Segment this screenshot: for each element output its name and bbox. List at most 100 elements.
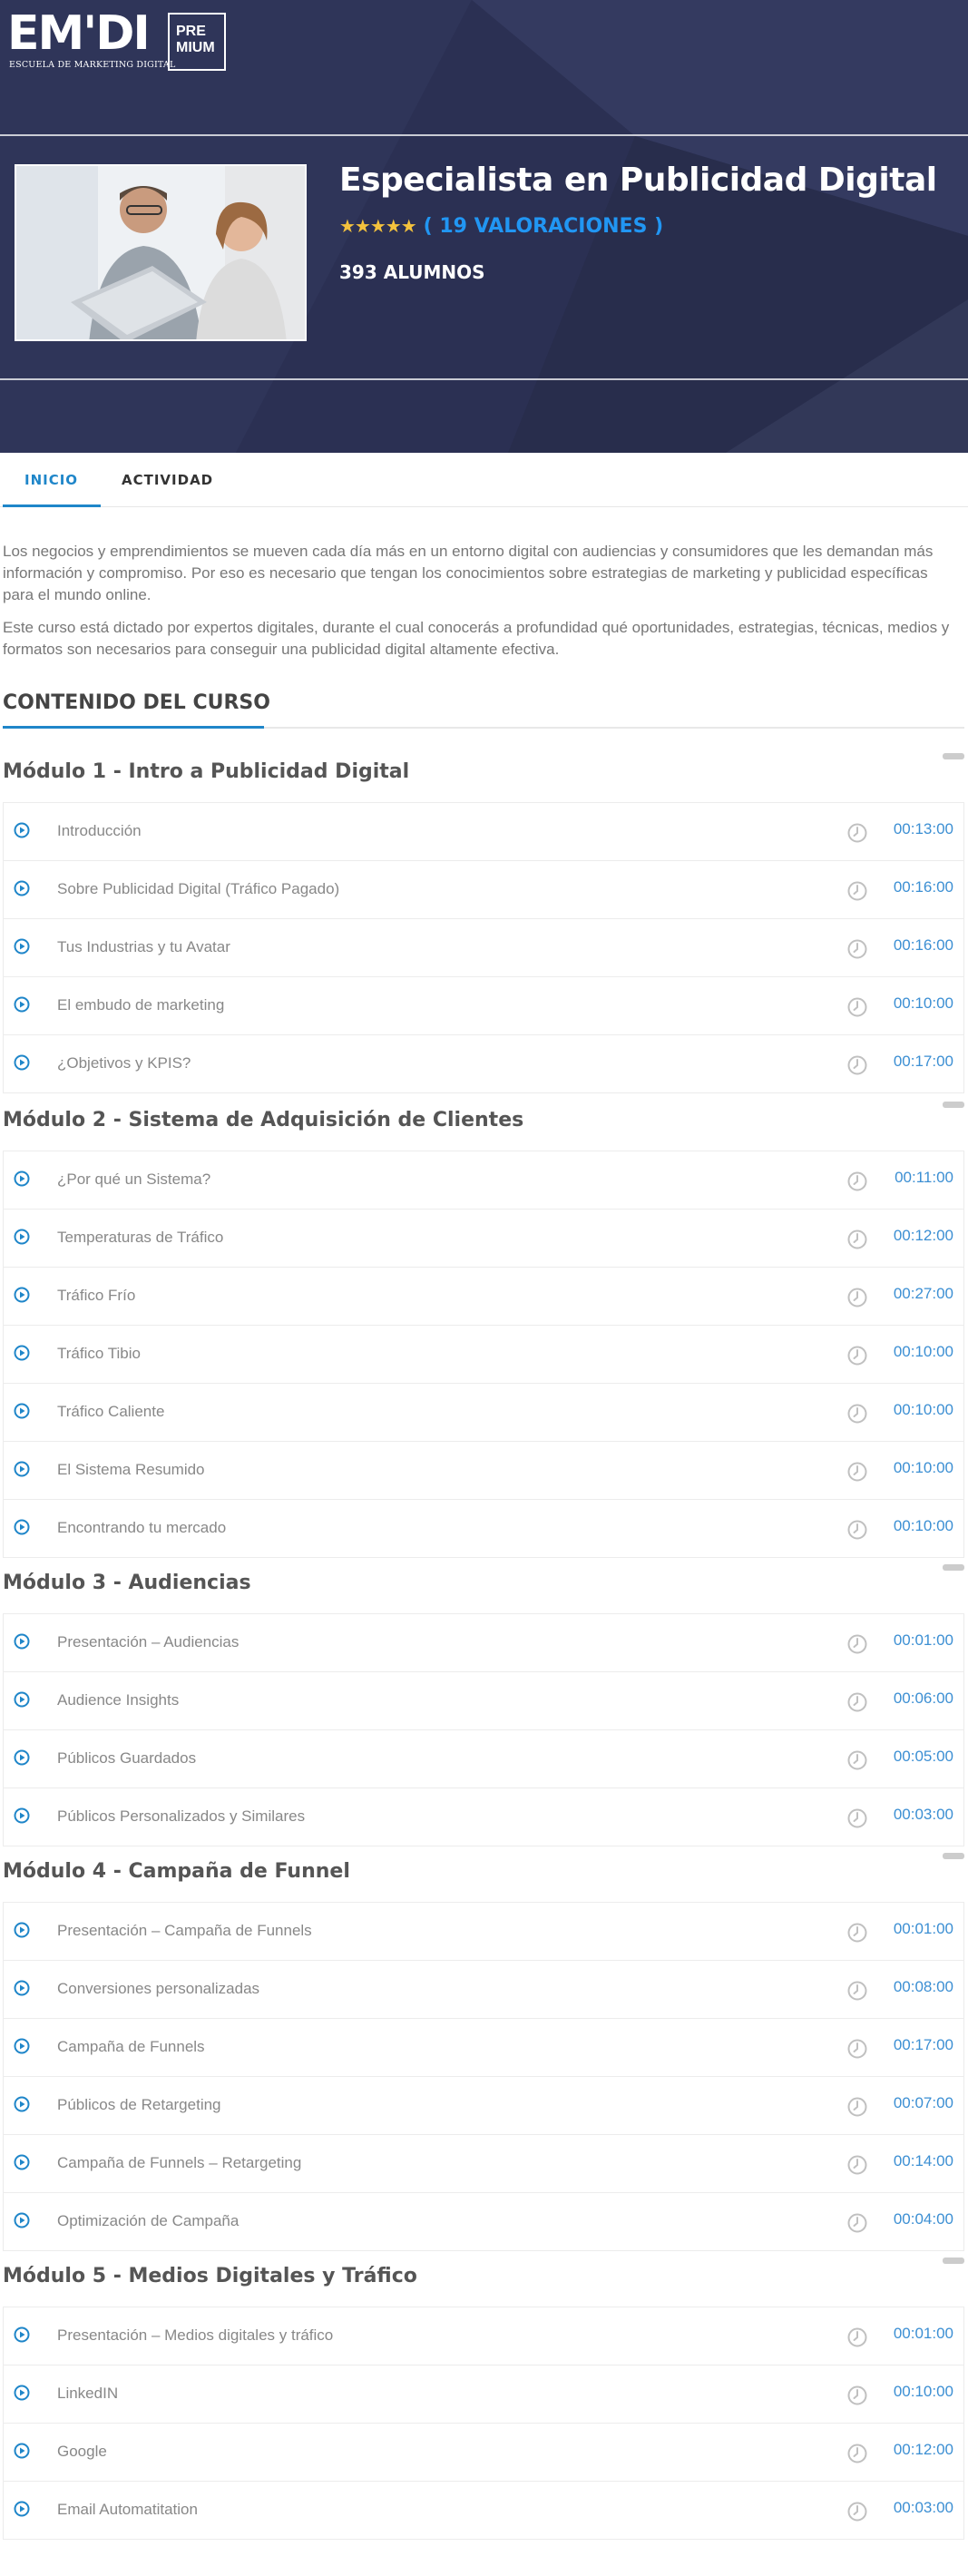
lesson-duration: 00:12:00 <box>893 1227 953 1244</box>
play-circle-icon[interactable] <box>14 1461 30 1477</box>
tab-actividad[interactable]: ACTIVIDAD <box>122 453 230 507</box>
lesson-title[interactable]: ¿Por qué un Sistema? <box>57 1170 210 1189</box>
module-title[interactable]: Módulo 3 - Audiencias <box>3 1572 251 1594</box>
lesson-title[interactable]: Tráfico Caliente <box>57 1403 164 1421</box>
lesson-title[interactable]: Sobre Publicidad Digital (Tráfico Pagado… <box>57 880 339 898</box>
play-circle-icon[interactable] <box>14 996 30 1013</box>
lesson-row[interactable]: Audience Insights 00:06:00 <box>3 1672 964 1730</box>
play-circle-icon[interactable] <box>14 1170 30 1187</box>
play-circle-icon[interactable] <box>14 1691 30 1708</box>
play-circle-icon[interactable] <box>14 1054 30 1071</box>
lesson-row[interactable]: Tus Industrias y tu Avatar 00:16:00 <box>3 919 964 977</box>
play-circle-icon[interactable] <box>14 2038 30 2054</box>
lesson-row[interactable]: Optimización de Campaña 00:04:00 <box>3 2193 964 2251</box>
lesson-title[interactable]: Temperaturas de Tráfico <box>57 1229 223 1247</box>
lesson-row[interactable]: Presentación – Medios digitales y tráfic… <box>3 2307 964 2365</box>
play-circle-icon[interactable] <box>14 1287 30 1303</box>
lesson-title[interactable]: Presentación – Campaña de Funnels <box>57 1922 312 1940</box>
lesson-title[interactable]: ¿Objetivos y KPIS? <box>57 1054 191 1073</box>
play-circle-icon[interactable] <box>14 2154 30 2170</box>
lesson-title[interactable]: Conversiones personalizadas <box>57 1980 259 1998</box>
play-circle-icon[interactable] <box>14 2212 30 2228</box>
lesson-title[interactable]: Optimización de Campaña <box>57 2212 239 2230</box>
lesson-title[interactable]: Públicos Guardados <box>57 1749 196 1768</box>
lesson-row[interactable]: Temperaturas de Tráfico 00:12:00 <box>3 1210 964 1268</box>
module-header[interactable]: Módulo 2 - Sistema de Adquisición de Cli… <box>3 1096 964 1151</box>
play-circle-icon[interactable] <box>14 2385 30 2401</box>
lesson-title[interactable]: Google <box>57 2443 107 2461</box>
module-title[interactable]: Módulo 4 - Campaña de Funnel <box>3 1860 350 1883</box>
lesson-title[interactable]: Campaña de Funnels – Retargeting <box>57 2154 301 2172</box>
lesson-row[interactable]: LinkedIN 00:10:00 <box>3 2365 964 2424</box>
lesson-row[interactable]: Tráfico Caliente 00:10:00 <box>3 1384 964 1442</box>
lesson-title[interactable]: Introducción <box>57 822 142 840</box>
play-circle-icon[interactable] <box>14 1980 30 1996</box>
lesson-row[interactable]: Encontrando tu mercado 00:10:00 <box>3 1500 964 1558</box>
lesson-row[interactable]: Presentación – Campaña de Funnels 00:01:0… <box>3 1903 964 1961</box>
play-circle-icon[interactable] <box>14 2326 30 2343</box>
emdi-logo[interactable]: EM'DI ESCUELA DE MARKETING DIGITAL PRE M… <box>7 7 234 71</box>
module-title[interactable]: Módulo 1 - Intro a Publicidad Digital <box>3 760 409 783</box>
course-rating[interactable]: ★★★★★ ( 19 VALORACIONES ) <box>339 214 663 238</box>
lesson-title[interactable]: El embudo de marketing <box>57 996 224 1014</box>
lesson-title[interactable]: Encontrando tu mercado <box>57 1519 226 1537</box>
play-circle-icon[interactable] <box>14 1229 30 1245</box>
play-circle-icon[interactable] <box>14 822 30 838</box>
lesson-row[interactable]: Google 00:12:00 <box>3 2424 964 2482</box>
lesson-row[interactable]: El Sistema Resumido 00:10:00 <box>3 1442 964 1500</box>
lesson-title[interactable]: Audience Insights <box>57 1691 179 1709</box>
lesson-row[interactable]: Públicos Guardados 00:05:00 <box>3 1730 964 1788</box>
lesson-row[interactable]: Públicos de Retargeting 00:07:00 <box>3 2077 964 2135</box>
lesson-row[interactable]: Conversiones personalizadas 00:08:00 <box>3 1961 964 2019</box>
collapse-icon[interactable] <box>943 1102 964 1108</box>
rating-count[interactable]: ( 19 VALORACIONES ) <box>424 215 663 238</box>
lesson-title[interactable]: Públicos de Retargeting <box>57 2096 221 2114</box>
lesson-row[interactable]: Email Automatitation 00:03:00 <box>3 2482 964 2540</box>
lesson-title[interactable]: Tus Industrias y tu Avatar <box>57 938 230 956</box>
module-header[interactable]: Módulo 3 - Audiencias <box>3 1559 964 1613</box>
module-title[interactable]: Módulo 2 - Sistema de Adquisición de Cli… <box>3 1109 523 1131</box>
lesson-row[interactable]: Públicos Personalizados y Similares 00:03… <box>3 1788 964 1846</box>
lesson-row[interactable]: Tráfico Tibio 00:10:00 <box>3 1326 964 1384</box>
lesson-row[interactable]: Campaña de Funnels – Retargeting 00:14:00 <box>3 2135 964 2193</box>
lesson-row[interactable]: ¿Objetivos y KPIS? 00:17:00 <box>3 1035 964 1093</box>
play-circle-icon[interactable] <box>14 1345 30 1361</box>
collapse-icon[interactable] <box>943 753 964 759</box>
play-circle-icon[interactable] <box>14 880 30 896</box>
play-circle-icon[interactable] <box>14 1633 30 1650</box>
module-title[interactable]: Módulo 5 - Medios Digitales y Tráfico <box>3 2265 417 2287</box>
lesson-title[interactable]: Presentación – Medios digitales y tráfic… <box>57 2326 333 2345</box>
module-header[interactable]: Módulo 5 - Medios Digitales y Tráfico <box>3 2252 964 2307</box>
lesson-row[interactable]: Introducción 00:13:00 <box>3 803 964 861</box>
lesson-title[interactable]: Tráfico Frío <box>57 1287 135 1305</box>
collapse-icon[interactable] <box>943 1853 964 1859</box>
module-header[interactable]: Módulo 1 - Intro a Publicidad Digital <box>3 748 964 802</box>
lesson-title[interactable]: Públicos Personalizados y Similares <box>57 1807 305 1826</box>
play-circle-icon[interactable] <box>14 1807 30 1824</box>
lesson-title[interactable]: Email Automatitation <box>57 2501 198 2519</box>
play-circle-icon[interactable] <box>14 1922 30 1938</box>
play-circle-icon[interactable] <box>14 1403 30 1419</box>
lesson-title[interactable]: Campaña de Funnels <box>57 2038 205 2056</box>
collapse-icon[interactable] <box>943 1564 964 1571</box>
lesson-row[interactable]: Sobre Publicidad Digital (Tráfico Pagado… <box>3 861 964 919</box>
module-header[interactable]: Módulo 4 - Campaña de Funnel <box>3 1847 964 1902</box>
lesson-row[interactable]: Presentación – Audiencias 00:01:00 <box>3 1614 964 1672</box>
play-circle-icon[interactable] <box>14 2096 30 2112</box>
play-circle-icon[interactable] <box>14 2501 30 2517</box>
lesson-row[interactable]: Campaña de Funnels 00:17:00 <box>3 2019 964 2077</box>
play-circle-icon[interactable] <box>14 1749 30 1766</box>
tab-inicio[interactable]: INICIO <box>3 453 101 507</box>
clock-icon <box>847 1692 867 1712</box>
collapse-icon[interactable] <box>943 2258 964 2264</box>
lesson-title[interactable]: LinkedIN <box>57 2385 118 2403</box>
lesson-title[interactable]: El Sistema Resumido <box>57 1461 205 1479</box>
play-circle-icon[interactable] <box>14 938 30 955</box>
lesson-row[interactable]: El embudo de marketing 00:10:00 <box>3 977 964 1035</box>
lesson-title[interactable]: Tráfico Tibio <box>57 1345 141 1363</box>
play-circle-icon[interactable] <box>14 1519 30 1535</box>
lesson-row[interactable]: ¿Por qué un Sistema? 00:11:00 <box>3 1151 964 1210</box>
play-circle-icon[interactable] <box>14 2443 30 2459</box>
lesson-row[interactable]: Tráfico Frío 00:27:00 <box>3 1268 964 1326</box>
lesson-title[interactable]: Presentación – Audiencias <box>57 1633 239 1651</box>
